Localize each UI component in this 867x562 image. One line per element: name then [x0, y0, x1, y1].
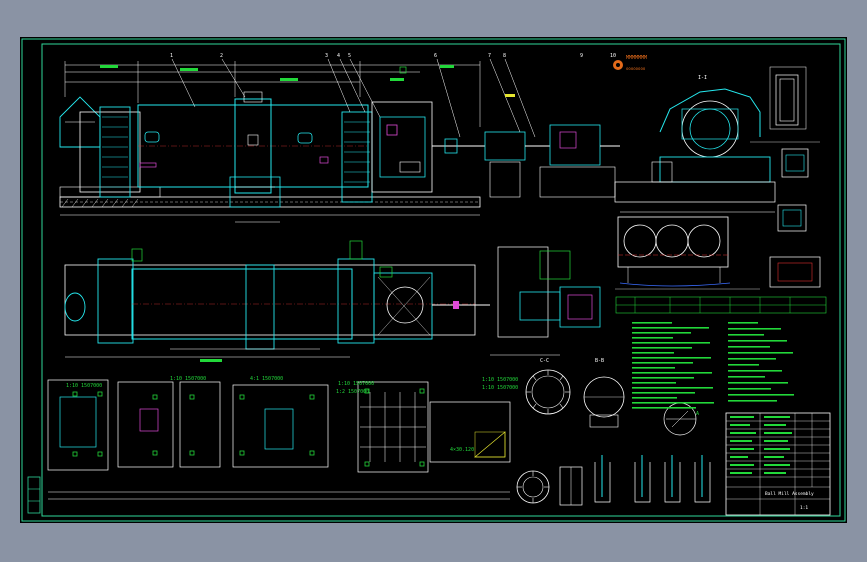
note-line — [728, 340, 787, 342]
view-label: I-I — [698, 75, 707, 81]
section-b-label: B-B — [595, 358, 604, 364]
note-line — [632, 382, 676, 384]
parts-list-table — [615, 296, 827, 314]
elevation-view — [59, 58, 620, 223]
note-line — [632, 322, 672, 324]
note-line — [728, 346, 770, 348]
note-line — [632, 357, 711, 359]
part-number-10: 10 — [610, 53, 616, 59]
note-7: 1:10 1507000 — [482, 385, 518, 391]
note-3: 4:1 1507000 — [250, 376, 283, 382]
part-number-6: 6 — [434, 53, 437, 59]
gearbox-section — [615, 216, 760, 290]
note-line — [632, 402, 714, 404]
note-line — [632, 377, 694, 379]
note-line — [728, 370, 782, 372]
section-b-b: B-B — [583, 358, 625, 428]
note-line — [728, 376, 765, 378]
note-1: 1:10 1507000 — [66, 383, 102, 389]
note-line — [632, 362, 693, 364]
note-2: 1:10 1507000 — [170, 376, 206, 382]
dimension-notes: 1:10 1507000 1:10 1507000 4:1 1507000 1:… — [66, 376, 518, 453]
part-number-5: 5 — [348, 53, 351, 59]
note-5: 1:2 1507000 — [336, 389, 369, 395]
gear-detail-small — [516, 466, 583, 506]
note-line — [728, 382, 788, 384]
inner-frame — [41, 43, 841, 517]
cad-viewer: MMMMMMM oooooooo I-I 1:10 1507000 1:10 1… — [0, 0, 867, 562]
note-line — [728, 358, 776, 360]
note-line — [728, 352, 793, 354]
part-number-3: 3 — [325, 53, 328, 59]
end-view-drive: I-I — [614, 75, 776, 213]
technical-notes — [632, 322, 794, 409]
part-number-8: 8 — [503, 53, 506, 59]
note-line — [728, 388, 771, 390]
detail-boxes-right — [750, 66, 821, 288]
section-c-c: C-C — [525, 358, 571, 415]
outer-frame — [21, 38, 846, 522]
drawing-sheet: MMMMMMM oooooooo I-I 1:10 1507000 1:10 1… — [20, 37, 847, 523]
note-line — [632, 347, 692, 349]
note-8: 4×30.120 — [450, 447, 474, 453]
scale-text: 1:1 — [800, 505, 808, 511]
plan-view — [64, 240, 601, 362]
note-line — [632, 337, 673, 339]
note-line — [632, 367, 675, 369]
top-dimension-texts — [100, 65, 515, 97]
left-margin-strip — [27, 476, 41, 514]
note-6: 1:10 1507000 — [482, 377, 518, 383]
part-number-7: 7 — [488, 53, 491, 59]
note-line — [728, 400, 777, 402]
note-line — [632, 342, 710, 344]
part-number-2: 2 — [220, 53, 223, 59]
note-line — [632, 397, 677, 399]
logo-text: MMMMMMM — [626, 55, 647, 61]
note-line — [632, 372, 712, 374]
note-line — [728, 364, 759, 366]
note-line — [632, 407, 696, 409]
part-number-9: 9 — [580, 53, 583, 59]
cad-drawing: MMMMMMM oooooooo I-I 1:10 1507000 1:10 1… — [21, 38, 846, 522]
part-number-1: 1 — [170, 53, 173, 59]
part-number-labels: 1 2 3 4 5 6 7 8 9 10 — [170, 53, 616, 59]
note-line — [728, 334, 764, 336]
note-line — [632, 332, 691, 334]
note-line — [632, 392, 695, 394]
section-mark-a: A — [696, 411, 699, 417]
note-line — [728, 322, 758, 324]
note-line — [632, 352, 674, 354]
note-line — [728, 328, 781, 330]
logo: MMMMMMM oooooooo — [613, 55, 647, 71]
foundation-details — [47, 379, 511, 500]
title-text: Ball Mill Assembly — [765, 491, 814, 497]
title-block: Ball Mill Assembly 1:1 — [725, 412, 831, 516]
note-line — [632, 387, 713, 389]
part-number-4: 4 — [337, 53, 340, 59]
section-c-label: C-C — [540, 358, 549, 364]
note-line — [632, 327, 709, 329]
note-4: 1:10 1507000 — [338, 381, 374, 387]
logo-subtext: oooooooo — [626, 66, 646, 71]
note-line — [728, 394, 794, 396]
anchor-bolt-details — [594, 455, 711, 503]
